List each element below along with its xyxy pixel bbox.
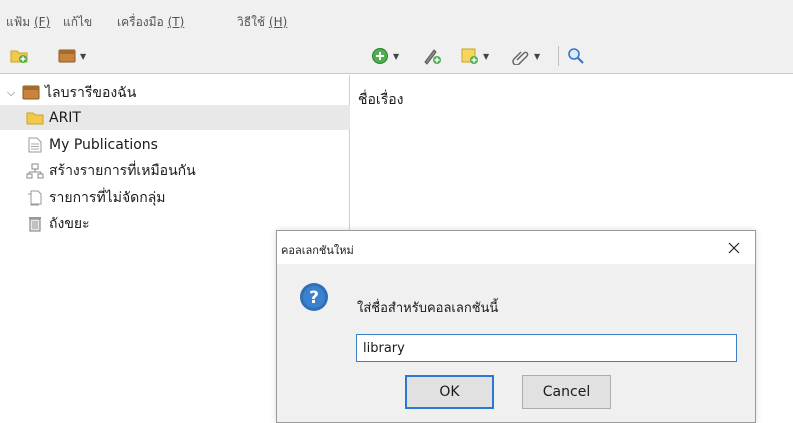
search-button[interactable] (567, 45, 585, 67)
tree-item-label: My Publications (49, 136, 158, 153)
attachment-icon (512, 51, 529, 65)
column-header-title[interactable]: ชื่อเรื่อง (358, 89, 403, 111)
dialog-close-button[interactable] (713, 231, 755, 264)
question-icon: ? (300, 283, 328, 311)
chevron-down-icon: ▼ (80, 51, 87, 61)
new-note-button[interactable]: ▼ (461, 45, 489, 67)
add-by-identifier-button[interactable] (422, 45, 442, 67)
dialog-title: คอลเลกชันใหม่ (281, 244, 354, 257)
new-item-icon (372, 48, 388, 64)
close-icon (728, 242, 740, 253)
toolbar: ▼ ▼ ▼ ▼ (0, 38, 793, 74)
tree-item-unfiled[interactable]: รายการที่ไม่จัดกลุ่ม (0, 185, 350, 210)
tree-item-label: ไลบรารีของฉัน (45, 84, 137, 101)
library-icon (22, 85, 40, 100)
new-collection-dialog: คอลเลกชันใหม่ ? ใส่ชื่อสำหรับคอลเลกชันนี… (276, 230, 756, 423)
dialog-titlebar: คอลเลกชันใหม่ (277, 231, 755, 264)
trash-icon (29, 216, 41, 231)
ok-button[interactable]: OK (405, 375, 494, 409)
chevron-down-icon: ▼ (534, 51, 541, 61)
collection-name-input[interactable] (356, 334, 737, 362)
cancel-button[interactable]: Cancel (522, 375, 611, 409)
tree-item-label: ถังขยะ (49, 215, 90, 232)
folder-icon (26, 112, 44, 124)
tree-item-my-publications[interactable]: My Publications (0, 132, 350, 157)
chevron-down-icon: ▼ (393, 51, 400, 61)
new-note-icon (461, 48, 478, 64)
toolbar-separator (558, 46, 559, 66)
attachment-button[interactable]: ▼ (512, 45, 540, 67)
tree-item-arit[interactable]: ARIT (0, 105, 350, 130)
document-icon (28, 137, 42, 152)
menu-file[interactable]: แฟ้ม (F) (6, 13, 50, 32)
chevron-down-icon[interactable]: ⌵ (4, 86, 18, 100)
library-menu-icon (58, 49, 76, 63)
duplicate-items-icon (26, 163, 44, 178)
svg-text:?: ? (309, 288, 319, 308)
tree-item-label: ARIT (49, 109, 81, 126)
dialog-prompt: ใส่ชื่อสำหรับคอลเลกชันนี้ (357, 301, 499, 316)
library-menu-button[interactable]: ▼ (58, 45, 86, 67)
add-by-identifier-icon (424, 49, 441, 65)
new-item-button[interactable]: ▼ (371, 45, 399, 67)
tree-item-duplicate-items[interactable]: สร้างรายการที่เหมือนกัน (0, 158, 350, 183)
tree-item-label: รายการที่ไม่จัดกลุ่ม (49, 189, 166, 206)
unfiled-items-icon (28, 190, 42, 205)
tree-item-label: สร้างรายการที่เหมือนกัน (49, 162, 196, 179)
menu-edit[interactable]: แก้ไข (63, 13, 92, 32)
search-icon (568, 48, 584, 64)
tree-item-my-library[interactable]: ⌵ ไลบรารีของฉัน (0, 80, 350, 105)
new-collection-button[interactable] (10, 45, 28, 67)
chevron-down-icon: ▼ (483, 51, 490, 61)
menu-bar: แฟ้ม (F) แก้ไข เครื่องมือ (T) วิธีใช้ (H… (0, 0, 793, 38)
new-collection-icon (10, 50, 28, 63)
menu-tools[interactable]: เครื่องมือ (T) (117, 13, 184, 32)
menu-help[interactable]: วิธีใช้ (H) (237, 13, 287, 32)
